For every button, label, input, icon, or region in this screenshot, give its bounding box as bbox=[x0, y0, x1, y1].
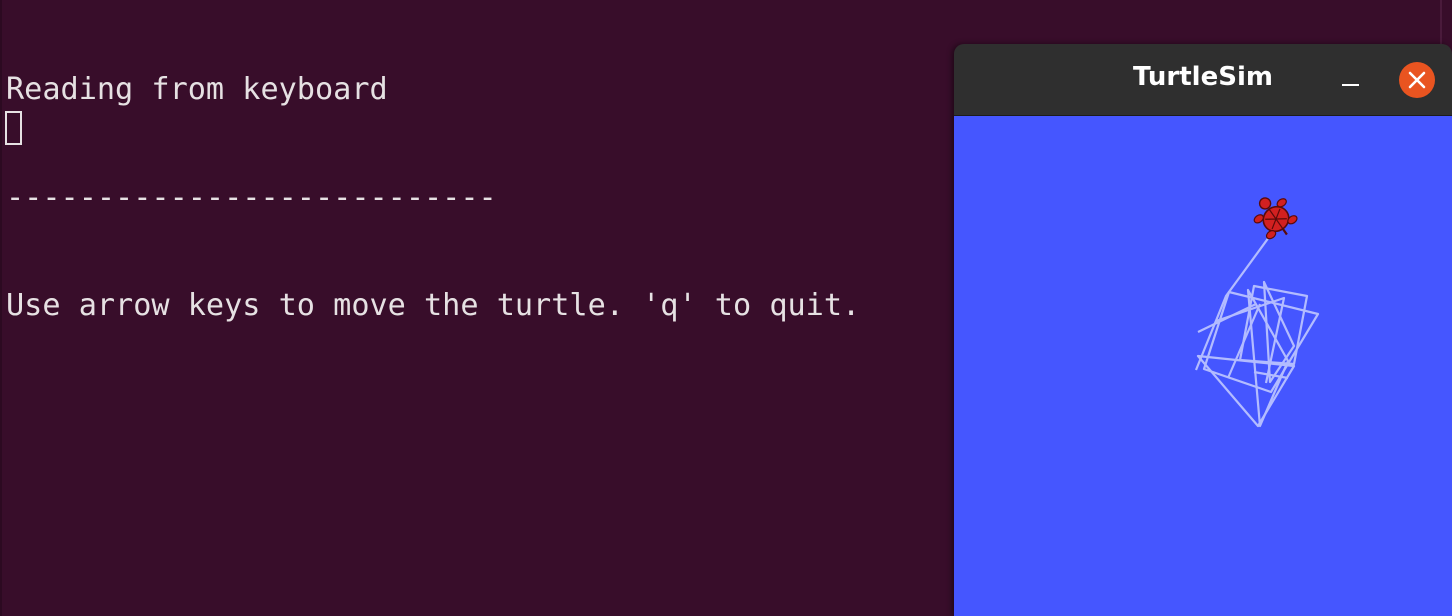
turtle-path-segment bbox=[1194, 232, 1273, 371]
window-title: TurtleSim bbox=[1133, 62, 1273, 92]
close-icon bbox=[1408, 71, 1426, 89]
clipped-line-fragment bbox=[890, 0, 906, 4]
turtlesim-titlebar[interactable]: TurtleSim bbox=[954, 44, 1452, 116]
turtle-icon bbox=[1253, 197, 1298, 240]
terminal-output: Reading from keyboard ------------------… bbox=[6, 0, 860, 396]
close-button[interactable] bbox=[1399, 62, 1435, 98]
turtlesim-canvas[interactable] bbox=[954, 116, 1452, 616]
terminal-line: Use arrow keys to move the turtle. 'q' t… bbox=[6, 288, 861, 323]
turtle-path-drawing bbox=[1194, 197, 1320, 428]
clipped-line-fragment bbox=[926, 0, 942, 4]
terminal-left-border bbox=[0, 0, 2, 616]
terminal-line: --------------------------- bbox=[6, 180, 497, 215]
terminal-scrollbar[interactable] bbox=[1440, 0, 1442, 46]
minimize-button[interactable] bbox=[1336, 64, 1368, 96]
turtlesim-window[interactable]: TurtleSim bbox=[954, 44, 1452, 616]
terminal-cursor bbox=[5, 111, 22, 145]
terminal-line: Reading from keyboard bbox=[6, 72, 388, 107]
minimize-icon bbox=[1342, 84, 1359, 86]
